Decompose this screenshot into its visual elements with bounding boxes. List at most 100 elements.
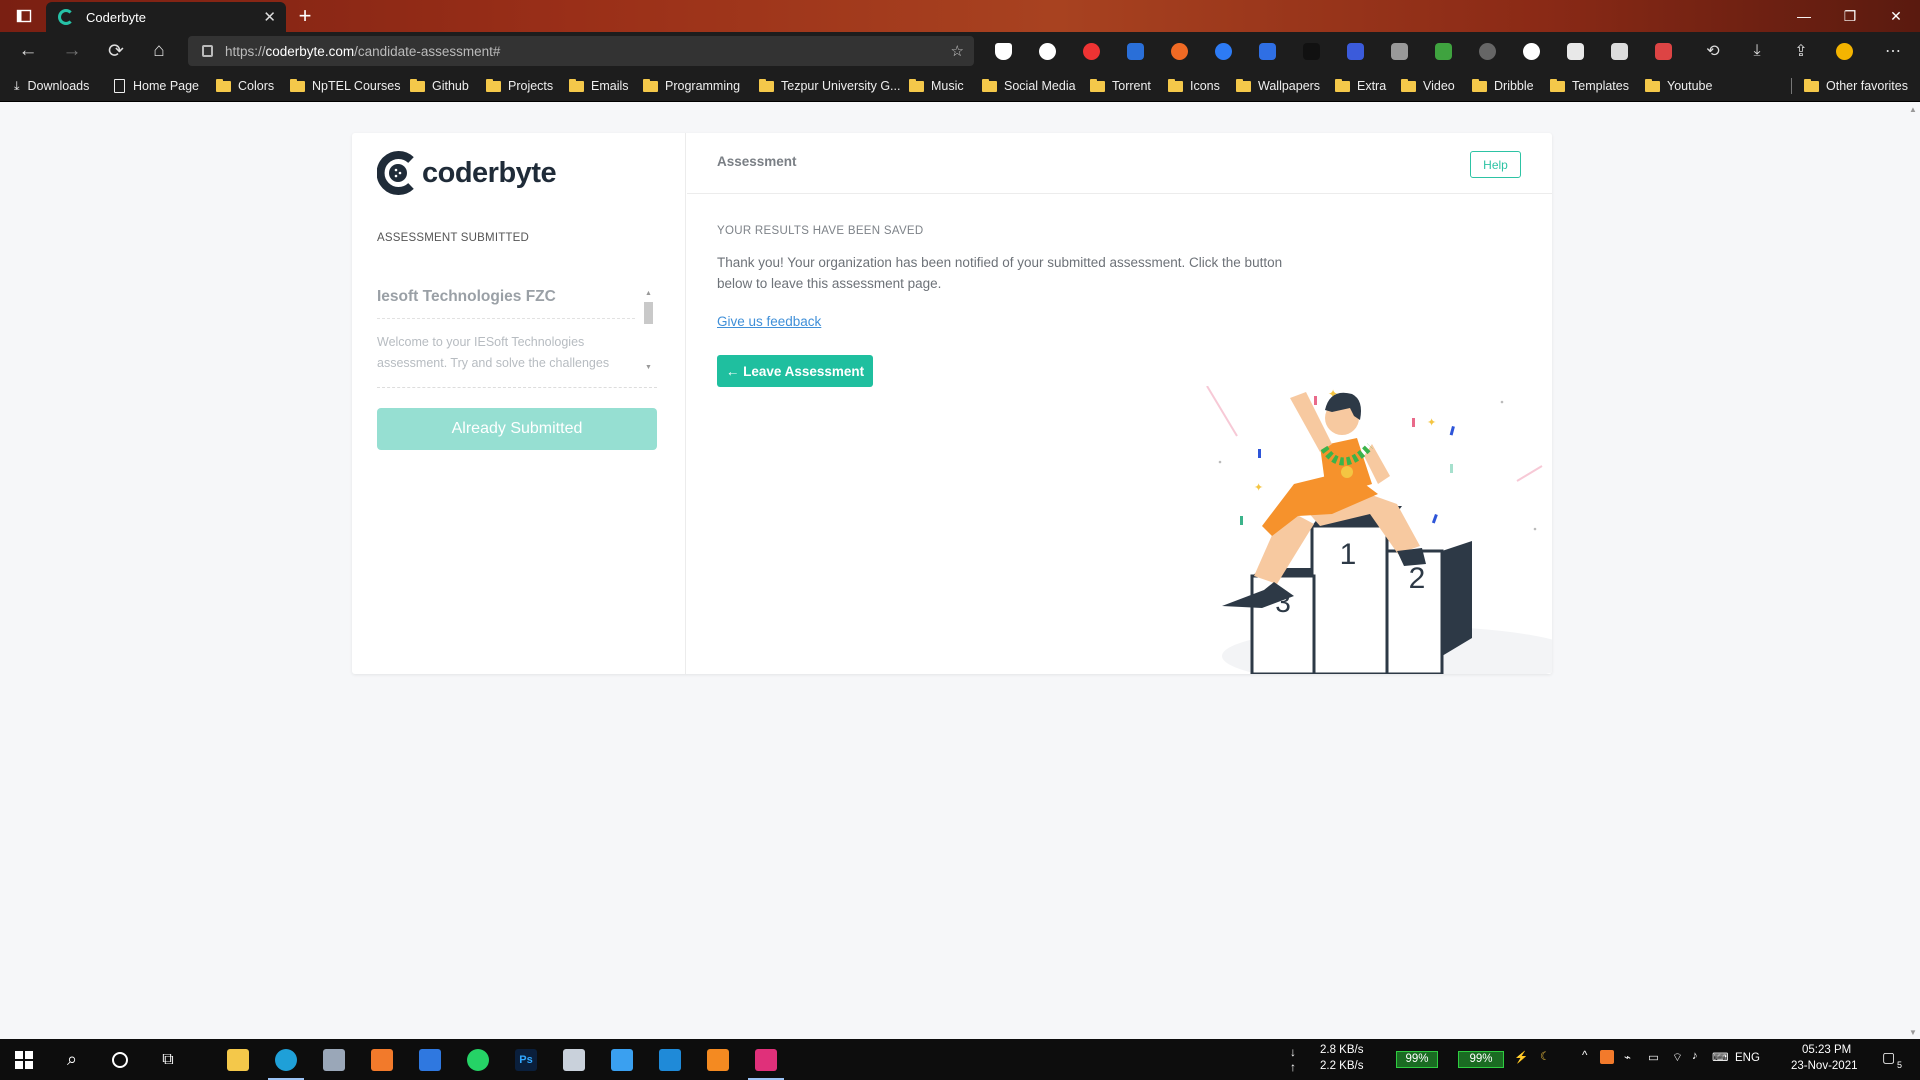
battery-indicator-2[interactable]: 99%: [1458, 1051, 1504, 1068]
submission-status-heading: ASSESSMENT SUBMITTED: [377, 232, 530, 244]
app-icon-1[interactable]: [310, 1039, 358, 1080]
whatsapp-icon[interactable]: [454, 1039, 502, 1080]
file-explorer-icon[interactable]: [214, 1039, 262, 1080]
bookmark-projects[interactable]: Projects: [486, 77, 553, 95]
coderbyte-logo[interactable]: coderbyte: [377, 151, 557, 195]
intellij-icon[interactable]: [742, 1039, 790, 1080]
vscode-icon[interactable]: [646, 1039, 694, 1080]
play-extension-icon[interactable]: [1215, 43, 1232, 60]
keyboard-icon[interactable]: ⌨: [1712, 1050, 1729, 1064]
show-hidden-icons[interactable]: ^: [1582, 1050, 1587, 1062]
tab-extension-icon[interactable]: [1567, 43, 1584, 60]
k-extension-icon[interactable]: [1391, 43, 1408, 60]
address-bar[interactable]: https://coderbyte.com/candidate-assessme…: [188, 36, 974, 66]
orange-extension-icon[interactable]: [1171, 43, 1188, 60]
gray-extension-icon[interactable]: [1479, 43, 1496, 60]
downloads-icon[interactable]: ⤓: [1737, 32, 1777, 70]
notifications-icon[interactable]: ▢: [1882, 1049, 1895, 1066]
profile-avatar-icon[interactable]: [1836, 43, 1853, 60]
bookmark-youtube[interactable]: Youtube: [1645, 77, 1712, 95]
wifi-icon[interactable]: ⌔: [1672, 1050, 1683, 1065]
page-scrollbar[interactable]: ▲ ▼: [1906, 103, 1920, 1039]
bookmark-github[interactable]: Github: [410, 77, 469, 95]
bookmark-icons[interactable]: Icons: [1168, 77, 1220, 95]
folder-icon: [1236, 78, 1251, 92]
battery-indicator-1[interactable]: 99%: [1396, 1051, 1438, 1068]
minimize-button[interactable]: —: [1781, 0, 1827, 32]
scrollbar-thumb[interactable]: [644, 302, 653, 324]
more-menu-icon[interactable]: ⋯: [1873, 32, 1913, 70]
edge-browser-icon[interactable]: [262, 1039, 310, 1080]
bookmark-downloads[interactable]: ⤓ Downloads: [14, 77, 89, 95]
new-tab-button[interactable]: +: [292, 0, 318, 32]
battery-icon[interactable]: ▭: [1648, 1050, 1659, 1064]
clock-date[interactable]: 23-Nov-2021: [1791, 1060, 1857, 1072]
tab-actions-icon[interactable]: [8, 0, 40, 32]
red-extension-icon[interactable]: [1083, 43, 1100, 60]
forward-icon[interactable]: →: [52, 32, 92, 70]
night-light-icon[interactable]: ☾: [1540, 1049, 1550, 1063]
tab-close-icon[interactable]: ✕: [263, 8, 276, 26]
clock-time[interactable]: 05:23 PM: [1802, 1044, 1851, 1056]
xampp-tray-icon[interactable]: [1600, 1050, 1614, 1064]
megaphone-extension-icon[interactable]: [1655, 43, 1672, 60]
bookmark-nptel-courses[interactable]: NpTEL Courses: [290, 77, 400, 95]
task-view-icon[interactable]: ⧉: [144, 1039, 192, 1080]
usb-icon[interactable]: ⌁: [1624, 1050, 1631, 1064]
bookmark-torrent[interactable]: Torrent: [1090, 77, 1151, 95]
start-button[interactable]: [0, 1039, 48, 1080]
sublime-text-icon[interactable]: [694, 1039, 742, 1080]
panel-scrollbar[interactable]: ▲ ▼: [642, 288, 654, 376]
help-button[interactable]: Help: [1470, 151, 1521, 178]
already-submitted-button[interactable]: Already Submitted: [377, 408, 657, 450]
share-icon[interactable]: ⇪: [1781, 32, 1821, 70]
bookmark-emails[interactable]: Emails: [569, 77, 629, 95]
feedback-link[interactable]: Give us feedback: [717, 314, 821, 329]
bookmark-music[interactable]: Music: [909, 77, 964, 95]
history-icon[interactable]: ⟲: [1693, 32, 1733, 70]
scroll-down-icon[interactable]: ▼: [645, 364, 652, 371]
language-indicator[interactable]: ENG: [1735, 1052, 1760, 1064]
bookmark-other-favorites[interactable]: Other favorites: [1804, 77, 1908, 95]
restore-button[interactable]: ❐: [1827, 0, 1873, 32]
cortana-icon[interactable]: [96, 1039, 144, 1080]
volume-icon[interactable]: ♪: [1692, 1050, 1698, 1062]
refresh-icon[interactable]: ⟳: [96, 32, 136, 70]
dark-extension-icon[interactable]: [1303, 43, 1320, 60]
scroll-up-icon[interactable]: ▲: [1909, 105, 1917, 114]
bookmark-social-media[interactable]: Social Media: [982, 77, 1076, 95]
bookmark-dribble[interactable]: Dribble: [1472, 77, 1534, 95]
store-icon[interactable]: [550, 1039, 598, 1080]
bookmark-templates[interactable]: Templates: [1550, 77, 1629, 95]
bookmark-wallpapers[interactable]: Wallpapers: [1236, 77, 1320, 95]
download-extension-icon[interactable]: [1435, 43, 1452, 60]
bookmark-home-page[interactable]: Home Page: [114, 77, 199, 95]
blue-extension-icon[interactable]: [1127, 43, 1144, 60]
white-extension-icon[interactable]: [1523, 43, 1540, 60]
app-icon-2[interactable]: [406, 1039, 454, 1080]
photoshop-icon[interactable]: Ps: [502, 1039, 550, 1080]
close-window-button[interactable]: ✕: [1873, 0, 1919, 32]
scroll-up-icon[interactable]: ▲: [645, 290, 652, 297]
app-icon-3[interactable]: [598, 1039, 646, 1080]
bookmark-video[interactable]: Video: [1401, 77, 1455, 95]
bookmark-programming[interactable]: Programming: [643, 77, 740, 95]
search-extension-icon[interactable]: [1347, 43, 1364, 60]
scroll-down-icon[interactable]: ▼: [1909, 1028, 1917, 1037]
leave-assessment-button[interactable]: ← Leave Assessment: [717, 355, 873, 387]
search-icon[interactable]: ⌕: [48, 1039, 96, 1080]
bookmark-extra[interactable]: Extra: [1335, 77, 1386, 95]
add-favorite-icon[interactable]: ☆: [951, 42, 964, 60]
home-icon[interactable]: ⌂: [139, 32, 179, 70]
upload-arrow-icon: ↑: [1290, 1060, 1296, 1074]
tab-coderbyte[interactable]: Coderbyte ✕: [46, 2, 286, 32]
bookmark-tezpur-university[interactable]: Tezpur University G...: [759, 77, 900, 95]
blocker-extension-icon[interactable]: [1039, 43, 1056, 60]
printer-extension-icon[interactable]: [1611, 43, 1628, 60]
organization-panel: Iesoft Technologies FZC Welcome to your …: [377, 288, 657, 388]
bookmark-colors[interactable]: Colors: [216, 77, 274, 95]
pen-extension-icon[interactable]: [1259, 43, 1276, 60]
xampp-icon[interactable]: [358, 1039, 406, 1080]
back-icon[interactable]: ←: [8, 32, 48, 70]
shield-extension-icon[interactable]: [995, 43, 1012, 60]
